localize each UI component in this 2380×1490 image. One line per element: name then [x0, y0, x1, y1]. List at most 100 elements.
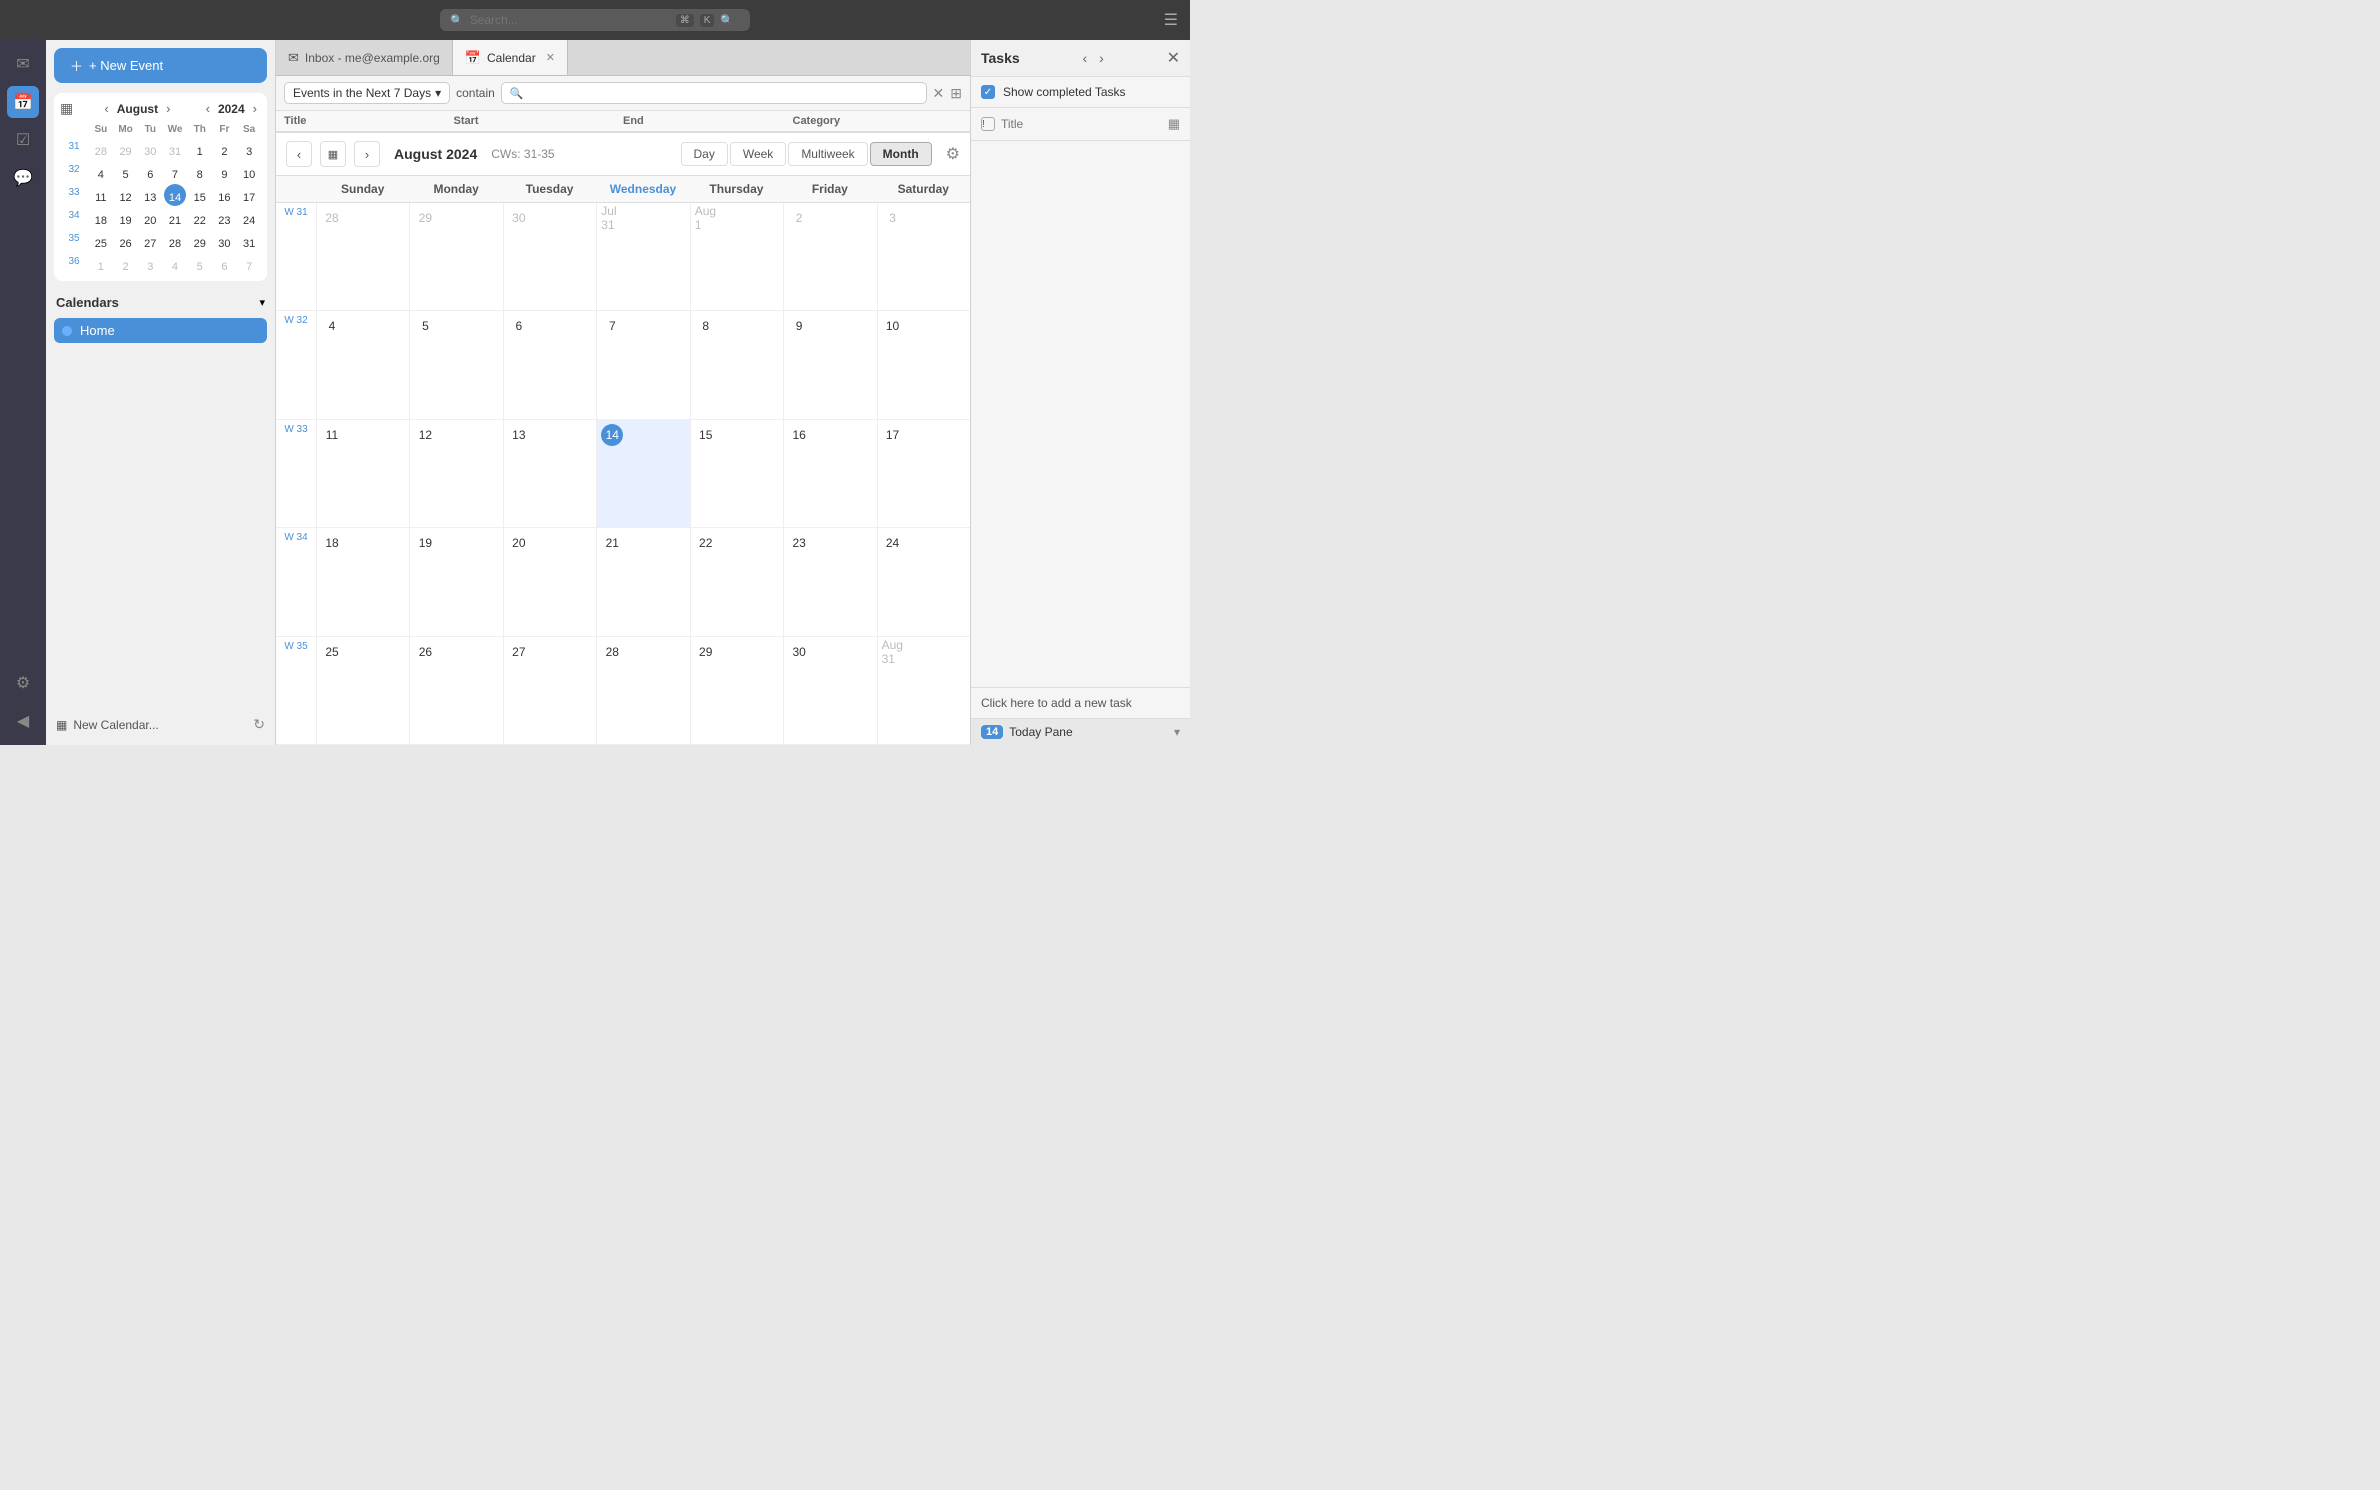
month-cell[interactable]: 6: [503, 311, 596, 418]
task-calendar-icon[interactable]: ▦: [1168, 116, 1180, 132]
mini-day[interactable]: 24: [238, 207, 260, 229]
month-cell[interactable]: 18: [316, 528, 409, 635]
search-input[interactable]: [470, 13, 670, 27]
add-task-footer[interactable]: Click here to add a new task: [971, 687, 1190, 718]
month-cell[interactable]: Aug 31: [877, 637, 970, 744]
mini-day-today[interactable]: 14: [164, 184, 186, 206]
month-cell[interactable]: 30: [503, 203, 596, 310]
tab-calendar[interactable]: 📅 Calendar ✕: [453, 40, 568, 75]
month-cell[interactable]: 27: [503, 637, 596, 744]
mini-day[interactable]: 1: [189, 138, 211, 160]
cal-tab-week[interactable]: Week: [730, 142, 786, 166]
mini-day[interactable]: 4: [164, 253, 186, 275]
tasks-next-button[interactable]: ›: [1095, 48, 1108, 68]
mini-day[interactable]: 25: [90, 230, 112, 252]
filter-dropdown[interactable]: Events in the Next 7 Days ▾: [284, 82, 450, 104]
mini-day[interactable]: 13: [139, 184, 161, 206]
hamburger-icon[interactable]: ☰: [1164, 10, 1178, 30]
month-cell[interactable]: 2: [783, 203, 876, 310]
month-cell[interactable]: 28: [316, 203, 409, 310]
month-cell[interactable]: 28: [596, 637, 689, 744]
week-num-31[interactable]: W 31: [276, 203, 316, 310]
mini-week-34[interactable]: 34: [60, 207, 88, 229]
mini-week-35[interactable]: 35: [60, 230, 88, 252]
mini-week-33[interactable]: 33: [60, 184, 88, 206]
mini-day[interactable]: 21: [164, 207, 186, 229]
month-cell[interactable]: 29: [690, 637, 783, 744]
mini-day[interactable]: 2: [115, 253, 137, 275]
mini-day[interactable]: 12: [115, 184, 137, 206]
calendars-header[interactable]: Calendars ▾: [54, 291, 267, 314]
month-cell[interactable]: 17: [877, 420, 970, 527]
month-cell[interactable]: 3: [877, 203, 970, 310]
mini-day[interactable]: 29: [115, 138, 137, 160]
month-cell[interactable]: Jul 31: [596, 203, 689, 310]
mini-week-31[interactable]: 31: [60, 138, 88, 160]
month-cell[interactable]: 12: [409, 420, 502, 527]
mini-day[interactable]: 28: [164, 230, 186, 252]
mini-cal-prev-month[interactable]: ‹: [100, 99, 112, 118]
mini-day[interactable]: 23: [213, 207, 235, 229]
new-event-button[interactable]: ＋ + New Event: [54, 48, 267, 83]
mini-day[interactable]: 7: [164, 161, 186, 183]
mini-day[interactable]: 22: [189, 207, 211, 229]
month-cell[interactable]: 23: [783, 528, 876, 635]
mini-day[interactable]: 2: [213, 138, 235, 160]
tasks-prev-button[interactable]: ‹: [1078, 48, 1091, 68]
mini-cal-next-month[interactable]: ›: [162, 99, 174, 118]
search-submit-icon[interactable]: 🔍: [720, 14, 734, 27]
month-cell[interactable]: 7: [596, 311, 689, 418]
month-cell[interactable]: 20: [503, 528, 596, 635]
month-cell[interactable]: 13: [503, 420, 596, 527]
mini-day[interactable]: 16: [213, 184, 235, 206]
mini-day[interactable]: 26: [115, 230, 137, 252]
cal-tab-day[interactable]: Day: [681, 142, 728, 166]
sidebar-item-inbox[interactable]: ✉: [7, 48, 39, 80]
mini-day[interactable]: 3: [139, 253, 161, 275]
mini-day[interactable]: 1: [90, 253, 112, 275]
show-completed-checkbox[interactable]: ✓: [981, 85, 995, 99]
filter-search-input[interactable]: [530, 86, 918, 100]
filter-clear-icon[interactable]: ✕: [933, 85, 945, 102]
month-cell[interactable]: 25: [316, 637, 409, 744]
mini-day[interactable]: 7: [238, 253, 260, 275]
sidebar-item-calendar[interactable]: 📅: [7, 86, 39, 118]
tab-inbox[interactable]: ✉ Inbox - me@example.org: [276, 40, 453, 75]
month-cell[interactable]: 21: [596, 528, 689, 635]
sidebar-item-tasks[interactable]: ☑: [7, 124, 39, 156]
mini-day[interactable]: 30: [213, 230, 235, 252]
mini-day[interactable]: 20: [139, 207, 161, 229]
calendar-item-home[interactable]: Home: [54, 318, 267, 343]
cal-tab-multiweek[interactable]: Multiweek: [788, 142, 867, 166]
mini-week-32[interactable]: 32: [60, 161, 88, 183]
month-cell[interactable]: 24: [877, 528, 970, 635]
month-cell[interactable]: 4: [316, 311, 409, 418]
task-title-input[interactable]: [1001, 117, 1162, 131]
cal-settings-icon[interactable]: ⚙: [946, 144, 960, 164]
mini-day[interactable]: 10: [238, 161, 260, 183]
cal-prev-button[interactable]: ‹: [286, 141, 312, 167]
cal-today-button[interactable]: ▦: [320, 141, 346, 167]
filter-search[interactable]: 🔍: [501, 82, 927, 104]
mini-day[interactable]: 9: [213, 161, 235, 183]
week-num-34[interactable]: W 34: [276, 528, 316, 635]
sidebar-item-chat[interactable]: 💬: [7, 162, 39, 194]
mini-day[interactable]: 11: [90, 184, 112, 206]
month-cell[interactable]: 22: [690, 528, 783, 635]
search-bar[interactable]: 🔍 ⌘ K 🔍: [440, 9, 750, 31]
today-pane-bar[interactable]: 14 Today Pane ▾: [971, 718, 1190, 745]
month-cell[interactable]: 9: [783, 311, 876, 418]
mini-cal-prev-year[interactable]: ‹: [202, 99, 214, 118]
tab-close-icon[interactable]: ✕: [546, 51, 555, 64]
mini-day[interactable]: 4: [90, 161, 112, 183]
month-cell[interactable]: 30: [783, 637, 876, 744]
month-cell[interactable]: Aug 1: [690, 203, 783, 310]
month-cell[interactable]: 26: [409, 637, 502, 744]
month-cell[interactable]: 11: [316, 420, 409, 527]
sidebar-item-settings[interactable]: ⚙: [7, 667, 39, 699]
month-cell[interactable]: 10: [877, 311, 970, 418]
mini-day[interactable]: 5: [189, 253, 211, 275]
mini-day[interactable]: 15: [189, 184, 211, 206]
mini-day[interactable]: 19: [115, 207, 137, 229]
week-num-33[interactable]: W 33: [276, 420, 316, 527]
